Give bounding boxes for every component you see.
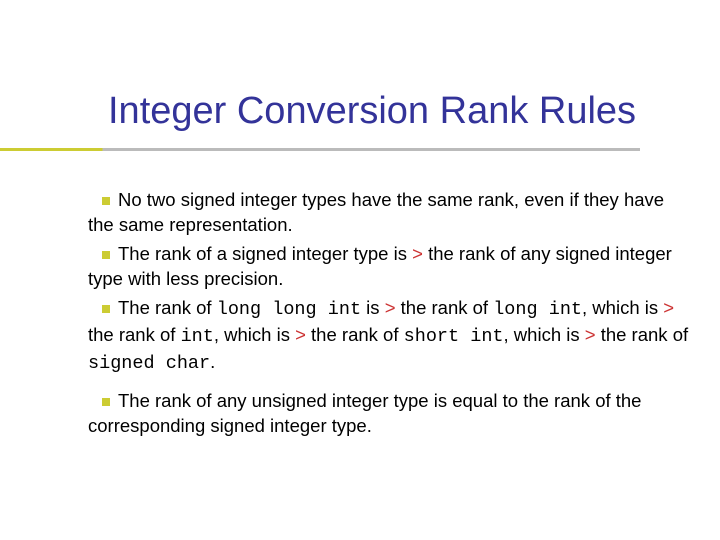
bullet-icon bbox=[102, 305, 110, 313]
gt-symbol: > bbox=[585, 324, 596, 345]
bullet-text-part: the rank of bbox=[306, 324, 404, 345]
slide-body: No two signed integer types have the sam… bbox=[88, 188, 692, 443]
bullet-text-part: The rank of a signed integer type is bbox=[118, 243, 412, 264]
slide-title: Integer Conversion Rank Rules bbox=[108, 90, 700, 133]
bullet-icon bbox=[102, 251, 110, 259]
gt-symbol: > bbox=[295, 324, 306, 345]
gt-symbol: > bbox=[663, 297, 674, 318]
bullet-icon bbox=[102, 398, 110, 406]
bullet-text-part: , which is bbox=[214, 324, 295, 345]
gt-symbol: > bbox=[412, 243, 423, 264]
bullet-text-part: the rank of bbox=[596, 324, 689, 345]
slide: Integer Conversion Rank Rules No two sig… bbox=[0, 0, 720, 540]
bullet-item: The rank of any unsigned integer type is… bbox=[88, 389, 692, 439]
bullet-text-part: , which is bbox=[582, 297, 663, 318]
bullet-text-part: the rank of bbox=[88, 324, 181, 345]
code-span: long int bbox=[493, 299, 582, 320]
bullet-text: The rank of any unsigned integer type is… bbox=[88, 390, 641, 436]
bullet-item: No two signed integer types have the sam… bbox=[88, 188, 692, 238]
bullet-text-part: . bbox=[210, 351, 215, 372]
code-span: short int bbox=[404, 326, 504, 347]
bullet-text-part: The rank of bbox=[118, 297, 217, 318]
bullet-item: The rank of a signed integer type is > t… bbox=[88, 242, 692, 292]
code-span: signed char bbox=[88, 353, 210, 374]
bullet-text: No two signed integer types have the sam… bbox=[88, 189, 664, 235]
bullet-icon bbox=[102, 197, 110, 205]
bullet-text-part: , which is bbox=[504, 324, 585, 345]
title-underline bbox=[0, 148, 640, 151]
bullet-text-part: the rank of bbox=[396, 297, 494, 318]
gt-symbol: > bbox=[385, 297, 396, 318]
title-area: Integer Conversion Rank Rules bbox=[108, 90, 700, 133]
code-span: long long int bbox=[217, 299, 361, 320]
bullet-item: The rank of long long int is > the rank … bbox=[88, 296, 692, 377]
bullet-text-part: is bbox=[361, 297, 385, 318]
code-span: int bbox=[181, 326, 214, 347]
